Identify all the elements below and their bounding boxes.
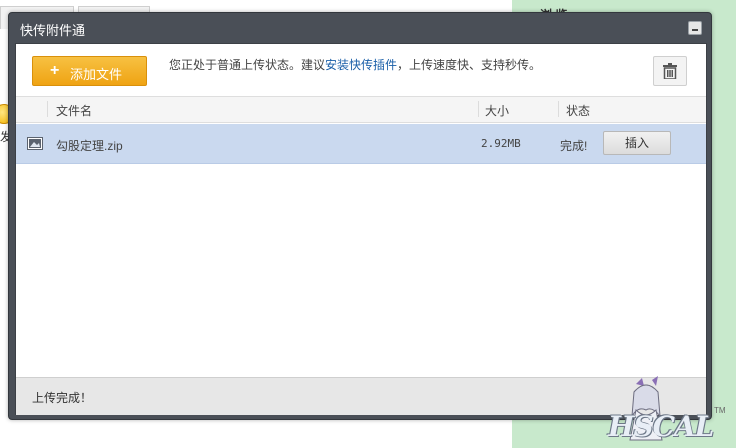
status-bar: 上传完成！ (16, 377, 706, 415)
column-separator (47, 101, 48, 117)
add-file-label: 添加文件 (70, 67, 123, 82)
add-file-button[interactable]: + 添加文件 (32, 56, 147, 86)
delete-button[interactable] (653, 56, 687, 86)
upload-toolbar: + 添加文件 您正处于普通上传状态。建议安装快传插件，上传速度快、支持秒传。 (16, 44, 706, 96)
column-separator (558, 101, 559, 117)
column-separator (478, 101, 479, 117)
watermark-text: HSCAL (608, 410, 714, 443)
plus-icon: + (50, 62, 60, 79)
upload-dialog: 快传附件通 + 添加文件 您正处于普通上传状态。建议安装快传插件，上传速度快、支… (8, 12, 712, 420)
column-header-name: 文件名 (56, 104, 93, 118)
image-file-icon (27, 137, 43, 150)
dialog-content: + 添加文件 您正处于普通上传状态。建议安装快传插件，上传速度快、支持秒传。 文… (15, 43, 707, 415)
file-table-header: 文件名 大小 状态 (16, 96, 706, 123)
dialog-titlebar[interactable]: 快传附件通 (9, 13, 711, 43)
column-header-status: 状态 (566, 104, 591, 118)
tip-prefix: 您正处于普通上传状态。建议 (169, 58, 326, 72)
insert-button[interactable]: 插入 (603, 131, 671, 155)
column-header-size: 大小 (485, 104, 510, 118)
trash-icon (663, 63, 677, 79)
file-size: 2.92MB (481, 137, 521, 150)
file-name: 勾股定理.zip (56, 139, 123, 153)
upload-status-message: 上传完成！ (32, 391, 93, 405)
file-status: 完成! (560, 139, 588, 153)
install-plugin-link[interactable]: 安装快传插件 (325, 58, 397, 72)
table-row[interactable]: 勾股定理.zip 2.92MB 完成! 插入 (16, 124, 706, 164)
minimize-icon (692, 29, 698, 31)
minimize-button[interactable] (688, 21, 702, 35)
dialog-title: 快传附件通 (20, 23, 86, 38)
tip-suffix: ，上传速度快、支持秒传。 (397, 58, 542, 72)
watermark-tm: TM (714, 406, 726, 415)
upload-tip: 您正处于普通上传状态。建议安装快传插件，上传速度快、支持秒传。 (169, 56, 541, 73)
